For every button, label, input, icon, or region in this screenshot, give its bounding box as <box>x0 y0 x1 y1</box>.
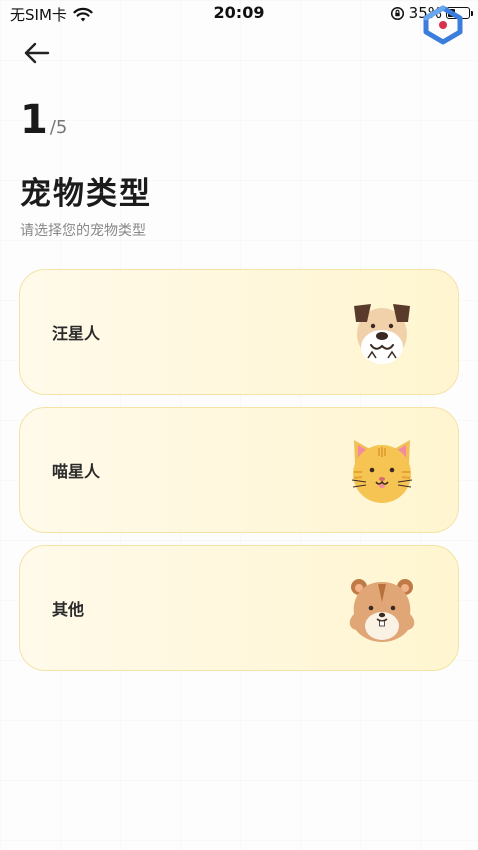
option-other[interactable]: 其他 <box>19 545 459 671</box>
option-label: 其他 <box>52 600 85 619</box>
step-total: /5 <box>49 117 68 138</box>
hamster-icon <box>349 579 415 642</box>
option-cat[interactable]: 喵星人 <box>19 407 459 533</box>
step-indicator: 1 /5 <box>20 100 67 140</box>
pet-type-options: 汪星人 喵星人 其他 <box>19 269 459 683</box>
option-dog[interactable]: 汪星人 <box>19 269 459 395</box>
dog-icon <box>354 304 410 364</box>
status-bar: 无SIM卡 20:09 35% <box>0 0 478 28</box>
page-title: 宠物类型 <box>20 176 152 212</box>
arrow-left-icon <box>24 42 50 64</box>
step-current: 1 <box>20 97 48 143</box>
cat-icon <box>351 440 413 503</box>
app-logo-icon <box>423 5 463 45</box>
back-button[interactable] <box>20 38 54 68</box>
screen-lock-rotation-icon <box>390 6 404 20</box>
page-subtitle: 请选择您的宠物类型 <box>20 223 146 239</box>
option-label: 汪星人 <box>52 324 101 343</box>
option-label: 喵星人 <box>52 462 101 481</box>
